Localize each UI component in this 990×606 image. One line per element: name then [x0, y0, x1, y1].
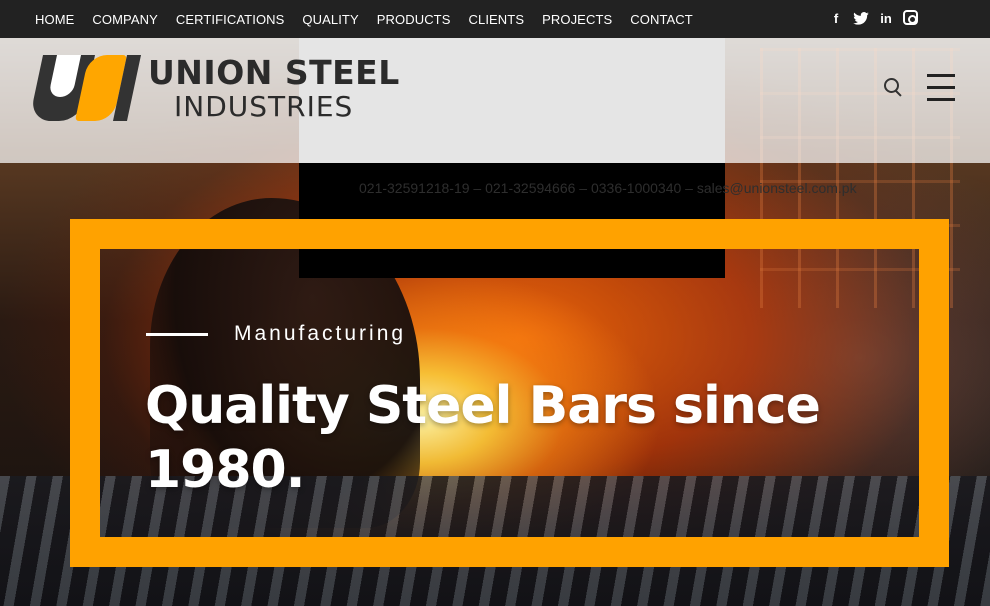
logo-wordmark: UNION STEEL INDUSTRIES	[148, 56, 400, 121]
site-logo[interactable]: UNION STEEL INDUSTRIES	[28, 55, 400, 121]
nav-quality[interactable]: QUALITY	[302, 12, 358, 27]
main-nav: HOME COMPANY CERTIFICATIONS QUALITY PROD…	[35, 12, 711, 27]
nav-company[interactable]: COMPANY	[92, 12, 157, 27]
nav-projects[interactable]: PROJECTS	[542, 12, 612, 27]
nav-certifications[interactable]: CERTIFICATIONS	[176, 12, 285, 27]
nav-clients[interactable]: CLIENTS	[469, 12, 525, 27]
kicker-text: Manufacturing	[234, 322, 407, 345]
hero-headline: Quality Steel Bars since 1980.	[145, 376, 821, 500]
linkedin-icon[interactable]: in	[878, 10, 894, 26]
hero-kicker: Manufacturing	[146, 322, 406, 346]
top-navigation-bar: HOME COMPANY CERTIFICATIONS QUALITY PROD…	[0, 0, 990, 38]
search-icon[interactable]	[884, 78, 902, 96]
nav-home[interactable]: HOME	[35, 12, 74, 27]
social-links: f in	[828, 10, 918, 26]
logo-mark-icon	[28, 55, 142, 121]
instagram-icon[interactable]	[903, 10, 918, 25]
hamburger-menu-icon[interactable]	[927, 74, 955, 102]
logo-line-2: INDUSTRIES	[174, 89, 354, 123]
nav-contact[interactable]: CONTACT	[630, 12, 693, 27]
kicker-divider	[146, 332, 208, 336]
nav-products[interactable]: PRODUCTS	[377, 12, 451, 27]
facebook-icon[interactable]: f	[828, 10, 844, 26]
logo-line-1: UNION STEEL	[148, 52, 400, 92]
twitter-icon[interactable]	[853, 10, 869, 26]
contact-info-line: 021-32591218-19 – 021-32594666 – 0336-10…	[359, 180, 857, 196]
